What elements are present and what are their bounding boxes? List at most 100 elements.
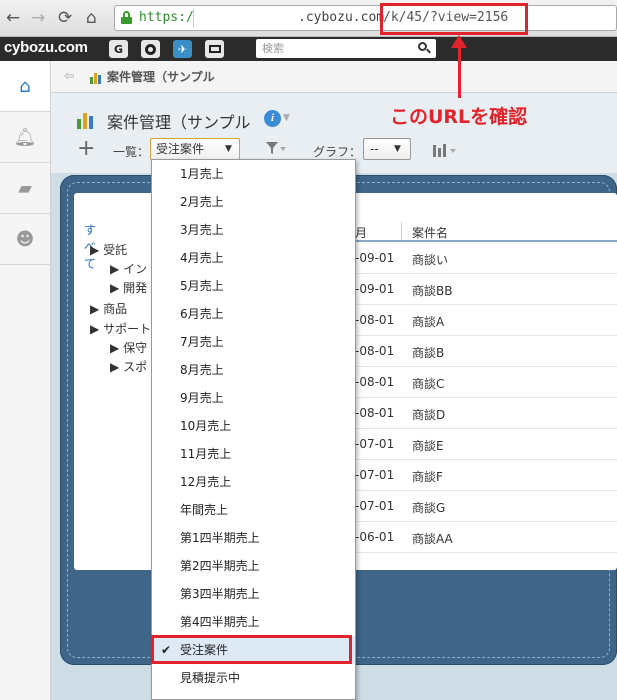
chevron-down-icon: ▼ [225, 144, 232, 154]
dropdown-item[interactable]: 第3四半期売上 [152, 580, 355, 608]
tree-item[interactable]: ▶ サポート [90, 320, 151, 337]
filter-icon[interactable] [265, 141, 287, 155]
sidenav-home[interactable]: ⌂ [0, 61, 50, 112]
cell-name: 商談D [412, 408, 446, 422]
cell-name: 商談BB [412, 284, 453, 298]
breadcrumb-home-icon[interactable]: ⇦ [64, 61, 75, 93]
tree-item[interactable]: ▶ 開発 [110, 279, 147, 296]
app-chart-icon [90, 73, 101, 84]
dropdown-item-label: 1月売上 [180, 167, 224, 181]
url-highlight-box [380, 3, 528, 35]
tree-item[interactable]: ▶ 受託 [90, 241, 127, 258]
sidenav-people[interactable]: ☻ [0, 214, 50, 265]
cell-name: 商談F [412, 470, 443, 484]
expand-icon[interactable]: ▶ [110, 262, 119, 276]
back-icon[interactable]: ← [6, 8, 20, 28]
info-icon[interactable]: i [264, 110, 281, 127]
url-redacted [193, 9, 297, 27]
forward-icon[interactable]: → [31, 8, 45, 28]
dropdown-item-label: 第3四半期売上 [180, 587, 260, 601]
dropdown-item[interactable]: 年間売上 [152, 496, 355, 524]
dropdown-item[interactable]: 1月売上 [152, 160, 355, 188]
dropdown-item[interactable]: 第2四半期売上 [152, 552, 355, 580]
cell-name: 商談A [412, 315, 445, 329]
tree-item[interactable]: ▶ 商品 [90, 300, 127, 317]
dropdown-item[interactable]: 4月売上 [152, 244, 355, 272]
dropdown-item[interactable]: 見積提示中 [152, 664, 355, 692]
dropdown-item-label: 12月売上 [180, 475, 232, 489]
reload-icon[interactable]: ⟳ [58, 8, 72, 28]
cell-date: -07-01 [355, 437, 395, 451]
dropdown-item-label: 10月売上 [180, 419, 232, 433]
view-select[interactable]: 受注案件 ▼ [150, 138, 240, 160]
cell-date: -08-01 [355, 375, 395, 389]
side-nav: ⌂ 🔔︎ ▰ ☻ [0, 61, 51, 700]
home-icon[interactable]: ⌂ [86, 8, 97, 28]
cell-name: 商談B [412, 346, 445, 360]
cell-name: 商談C [412, 377, 445, 391]
dropdown-item-label: 5月売上 [180, 279, 224, 293]
dropdown-item[interactable]: 6月売上 [152, 300, 355, 328]
dropdown-item[interactable]: 7月売上 [152, 328, 355, 356]
mail-icon[interactable] [205, 40, 224, 58]
cell-date: -09-01 [355, 251, 395, 265]
expand-icon[interactable]: ▶ [90, 322, 99, 336]
dropdown-item[interactable]: 5月売上 [152, 272, 355, 300]
cybozu-header: cybozu.com G ✈ 検索 [0, 37, 617, 61]
dropdown-item[interactable]: 3月売上 [152, 216, 355, 244]
cybozu-logo[interactable]: cybozu.com [4, 39, 88, 56]
cell-date: -08-01 [355, 344, 395, 358]
dropdown-item-label: 見積提示中 [180, 671, 241, 685]
url-bar[interactable]: https:// .cybozu.com /k/45/?view=2156 [114, 5, 617, 31]
dropdown-item[interactable]: 11月売上 [152, 440, 355, 468]
graph-select[interactable]: -- ▼ [363, 138, 411, 160]
dropdown-item[interactable]: 9月売上 [152, 384, 355, 412]
sidenav-notifications[interactable]: 🔔︎ [0, 112, 50, 163]
tree-item[interactable]: ▶ 保守 [110, 339, 147, 356]
garoon-icon[interactable]: G [109, 40, 128, 58]
column-header-name[interactable]: 案件名 [412, 224, 448, 241]
expand-icon[interactable]: ▶ [110, 360, 119, 374]
tree-item[interactable]: ▶ イン [110, 260, 147, 277]
search-input[interactable]: 検索 [256, 39, 436, 58]
kintone-icon[interactable] [141, 40, 160, 58]
dropdown-item[interactable]: 第4四半期売上 [152, 608, 355, 636]
cell-date: -08-01 [355, 406, 395, 420]
sidenav-messages[interactable]: ▰ [0, 163, 50, 214]
dropdown-item-label: 第4四半期売上 [180, 615, 260, 629]
view-select-value: 受注案件 [156, 142, 205, 156]
dropdown-item-label: 7月売上 [180, 335, 224, 349]
search-icon[interactable] [418, 42, 431, 54]
tree-item[interactable]: ▶ スポ [110, 358, 147, 375]
dropdown-item-label: 4月売上 [180, 251, 224, 265]
cell-name: 商談E [412, 439, 444, 453]
dropdown-item-label: 年間売上 [180, 503, 229, 517]
chart-icon[interactable] [433, 143, 459, 157]
add-record-icon[interactable]: + [77, 138, 95, 160]
office-icon[interactable]: ✈ [173, 40, 192, 58]
people-icon: ☻ [15, 228, 35, 250]
browser-toolbar: ← → ⟳ ⌂ https:// .cybozu.com /k/45/?view… [0, 0, 617, 37]
dropdown-item[interactable]: 10月売上 [152, 412, 355, 440]
breadcrumb-app[interactable]: 案件管理（サンプル [107, 61, 215, 93]
column-header-date[interactable]: 月 [355, 224, 367, 241]
expand-icon[interactable]: ▶ [110, 281, 119, 295]
expand-icon[interactable]: ▶ [90, 243, 99, 257]
search-placeholder: 検索 [262, 42, 284, 55]
dropdown-item[interactable]: 12月売上 [152, 468, 355, 496]
dropdown-item[interactable]: 2月売上 [152, 188, 355, 216]
cell-date: -07-01 [355, 468, 395, 482]
bell-icon: 🔔︎ [13, 126, 37, 148]
url-domain: .cybozu.com [298, 10, 385, 25]
dropdown-item[interactable]: 8月売上 [152, 356, 355, 384]
home-icon: ⌂ [19, 75, 31, 97]
graph-label: グラフ： [313, 145, 362, 159]
cell-date: -07-01 [355, 499, 395, 513]
view-dropdown-menu: 1月売上 2月売上 3月売上 4月売上 5月売上 6月売上 7月売上 8月売上 9月売上 10月売… [151, 159, 356, 700]
graph-select-value: -- [370, 142, 379, 156]
expand-icon[interactable]: ▶ [90, 302, 99, 316]
dropdown-item[interactable]: 第1四半期売上 [152, 524, 355, 552]
expand-icon[interactable]: ▶ [110, 341, 119, 355]
info-caret-icon[interactable]: ▼ [283, 113, 290, 123]
app-chart-icon [77, 113, 93, 129]
